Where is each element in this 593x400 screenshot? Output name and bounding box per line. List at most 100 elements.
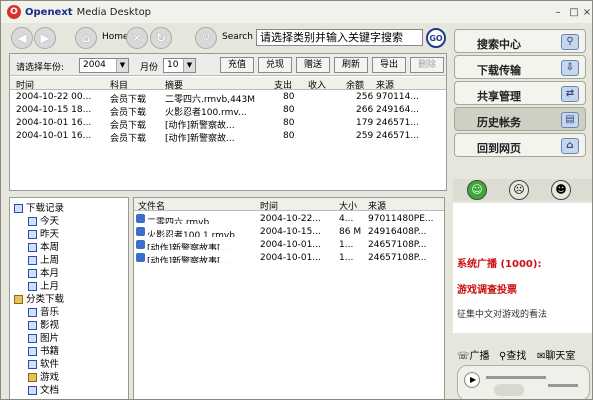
file-name: [动作]新警察故事[... bbox=[147, 257, 230, 263]
column-expense[interactable]: 支出 bbox=[274, 78, 292, 91]
redeem-button[interactable]: 兑现 bbox=[258, 57, 292, 73]
find-link[interactable]: ⚲查找 bbox=[499, 347, 526, 362]
column-size[interactable]: 大小 bbox=[339, 199, 357, 212]
tree-item-documents[interactable]: 文档 bbox=[28, 382, 60, 396]
column-subject[interactable]: 科目 bbox=[110, 78, 128, 91]
tree-item-last-month[interactable]: 上月 bbox=[28, 278, 59, 292]
cell-size: 4... bbox=[339, 214, 354, 224]
table-row[interactable]: 火影忍者100 1.rmvb 2004-10-15... 86 M 249164… bbox=[134, 226, 444, 239]
nav-history-accounts[interactable]: 历史帐务 ▤ bbox=[454, 107, 586, 131]
home-label[interactable]: Home bbox=[102, 32, 129, 42]
table-row[interactable]: 2004-10-22 00... 会员下载 二零四六.rmvb,443M 80 … bbox=[10, 91, 446, 105]
column-file-time[interactable]: 时间 bbox=[260, 199, 278, 212]
tree-item-this-week[interactable]: 本周 bbox=[28, 239, 59, 253]
go-button[interactable]: GO bbox=[426, 28, 446, 48]
broadcast-title[interactable]: 系统广播 (1000): bbox=[457, 255, 541, 270]
gift-button[interactable]: 赠送 bbox=[296, 57, 330, 73]
stop-button[interactable]: ✕ bbox=[126, 27, 148, 49]
back-icon: ◀ bbox=[17, 31, 27, 45]
tree-item-games[interactable]: 游戏 bbox=[28, 369, 59, 383]
tree-item-download-records[interactable]: 下载记录 bbox=[14, 200, 64, 214]
neutral-face-icon[interactable]: ☹ bbox=[509, 180, 529, 200]
forward-button[interactable]: ▶ bbox=[34, 27, 56, 49]
column-filename[interactable]: 文件名 bbox=[138, 199, 165, 212]
tree-label: 文档 bbox=[40, 385, 60, 396]
nav-back-to-web[interactable]: 回到网页 ⌂ bbox=[454, 133, 586, 157]
chat-room-link[interactable]: ✉聊天室 bbox=[537, 347, 575, 362]
back-button[interactable]: ◀ bbox=[11, 27, 33, 49]
cell-time: 2004-10-15 18... bbox=[16, 105, 92, 115]
export-button[interactable]: 导出 bbox=[372, 57, 406, 73]
table-row[interactable]: 2004-10-15 18... 会员下载 火影忍者100.rmv... 80 … bbox=[10, 104, 446, 118]
tree-item-books[interactable]: 书籍 bbox=[28, 343, 59, 357]
smile-face-icon[interactable]: ☺ bbox=[467, 180, 487, 200]
file-name: [动作]新警察故事[... bbox=[147, 244, 230, 250]
column-file-source[interactable]: 来源 bbox=[368, 199, 386, 212]
search-icon: ⚲ bbox=[561, 34, 579, 50]
cell-source: 246571... bbox=[376, 118, 419, 128]
table-row[interactable]: [动作]新警察故事[... 2004-10-01... 1... 2465710… bbox=[134, 239, 444, 252]
file-icon bbox=[136, 240, 145, 249]
refresh-list-button[interactable]: 刷新 bbox=[334, 57, 368, 73]
nav-download-transfer[interactable]: 下载传输 ⇩ bbox=[454, 55, 586, 79]
tree-item-today[interactable]: 今天 bbox=[28, 213, 59, 227]
file-name-cell: [动作]新警察故事[... bbox=[136, 253, 256, 263]
nav-search-center[interactable]: 搜索中心 ⚲ bbox=[454, 29, 586, 53]
broadcast-link[interactable]: ☏广播 bbox=[457, 347, 490, 362]
cell-balance: 179 bbox=[356, 118, 374, 128]
history-icon: ▤ bbox=[561, 112, 579, 128]
column-summary[interactable]: 摘要 bbox=[165, 78, 183, 91]
nav-share-management[interactable]: 共享管理 ⇄ bbox=[454, 81, 586, 105]
toolbar: ◀ ▶ ⌂ Home ✕ ↻ ⚲ Search 请选择类别并输入关键字搜索 GO bbox=[9, 25, 449, 51]
volume-slider[interactable] bbox=[548, 384, 578, 387]
survey-title[interactable]: 游戏调查投票 bbox=[457, 281, 517, 296]
month-select[interactable]: 10 ▼ bbox=[163, 58, 196, 73]
tree-item-images[interactable]: 图片 bbox=[28, 330, 59, 344]
refresh-icon: ↻ bbox=[155, 31, 167, 45]
tree-item-yesterday[interactable]: 昨天 bbox=[28, 226, 59, 240]
tree-item-software[interactable]: 软件 bbox=[28, 356, 59, 370]
table-row[interactable]: 二零四六.rmvb 2004-10-22... 4... 97011480PE.… bbox=[134, 213, 444, 226]
file-icon bbox=[136, 227, 145, 236]
tree-item-this-month[interactable]: 本月 bbox=[28, 265, 59, 279]
file-list: 文件名 时间 大小 来源 二零四六.rmvb 2004-10-22... 4..… bbox=[133, 197, 445, 399]
transport-buttons[interactable] bbox=[494, 384, 524, 396]
seek-slider[interactable] bbox=[486, 376, 546, 379]
refresh-button[interactable]: ↻ bbox=[150, 27, 172, 49]
account-panel: 请选择年份: 2004 ▼ 月份 10 ▼ 充值 兑现 赠送 刷新 导出 删除 时间… bbox=[9, 53, 447, 191]
calendar-icon bbox=[28, 217, 37, 226]
tree-item-music[interactable]: 音乐 bbox=[28, 304, 59, 318]
year-select[interactable]: 2004 ▼ bbox=[79, 58, 129, 73]
download-icon: ⇩ bbox=[561, 60, 579, 76]
recharge-button[interactable]: 充值 bbox=[220, 57, 254, 73]
home-button[interactable]: ⌂ bbox=[75, 27, 97, 49]
search-input[interactable]: 请选择类别并输入关键字搜索 bbox=[256, 29, 423, 46]
calendar-icon bbox=[28, 256, 37, 265]
tree-item-video[interactable]: 影视 bbox=[28, 317, 59, 331]
column-time[interactable]: 时间 bbox=[16, 78, 34, 91]
delete-button[interactable]: 删除 bbox=[410, 57, 444, 73]
news-body: 征集中文对游戏的看法 bbox=[457, 310, 548, 320]
cool-face-icon[interactable]: ☻ bbox=[551, 180, 571, 200]
column-source[interactable]: 来源 bbox=[376, 78, 394, 91]
tree-item-last-week[interactable]: 上周 bbox=[28, 252, 59, 266]
maximize-button[interactable]: □ bbox=[567, 7, 581, 19]
search-button[interactable]: ⚲ bbox=[195, 27, 217, 49]
column-balance[interactable]: 余额 bbox=[346, 78, 364, 91]
cell-source: 97011480PE... bbox=[368, 214, 434, 224]
minimize-button[interactable]: – bbox=[551, 7, 565, 19]
file-icon bbox=[136, 214, 145, 223]
cell-balance: 259 bbox=[356, 131, 374, 141]
table-row[interactable]: 2004-10-01 16... 会员下载 [动作]新警察故... 80 179… bbox=[10, 117, 446, 131]
play-button[interactable]: ▶ bbox=[464, 372, 480, 388]
bottom-links: ☏广播 ⚲查找 ✉聊天室 bbox=[453, 343, 592, 363]
tree-item-categories[interactable]: 分类下载 bbox=[14, 291, 64, 305]
table-row[interactable]: [动作]新警察故事[... 2004-10-01... 1... 2465710… bbox=[134, 252, 444, 265]
cell-size: 1... bbox=[339, 253, 354, 263]
cell-expense: 80 bbox=[283, 105, 295, 115]
column-income[interactable]: 收入 bbox=[308, 78, 326, 91]
cell-size: 1... bbox=[339, 240, 354, 250]
table-row[interactable]: 2004-10-01 16... 会员下载 [动作]新警察故... 80 259… bbox=[10, 130, 446, 144]
file-icon bbox=[136, 253, 145, 262]
close-button[interactable]: × bbox=[580, 7, 592, 19]
